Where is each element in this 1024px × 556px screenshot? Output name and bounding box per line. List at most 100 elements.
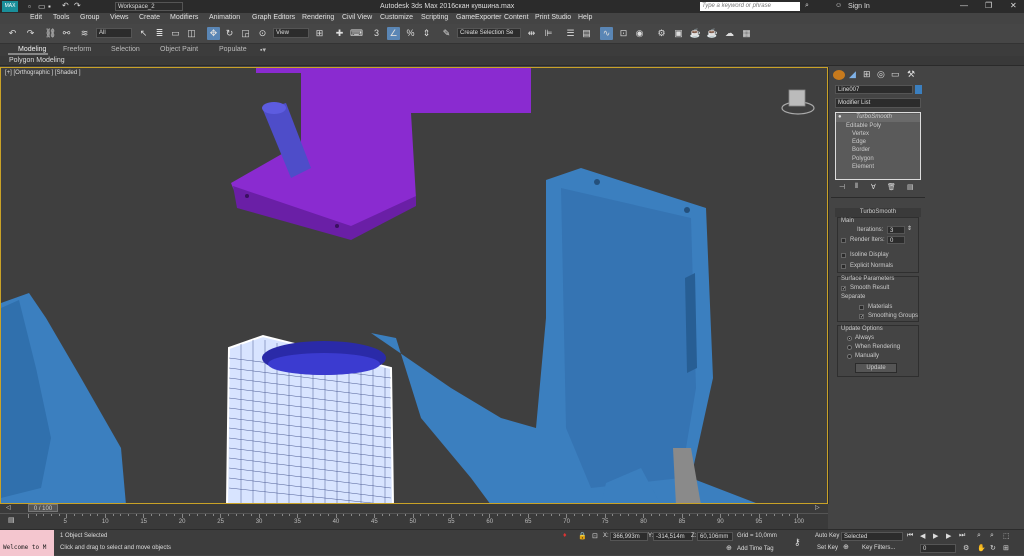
keyboard-shortcut-icon[interactable]: ⌨ bbox=[350, 27, 363, 40]
menu-civil-view[interactable]: Civil View bbox=[342, 14, 372, 21]
stack-item-border[interactable]: Border bbox=[852, 147, 870, 153]
new-file-icon[interactable]: ▫ bbox=[28, 2, 31, 11]
menu-views[interactable]: Views bbox=[110, 14, 129, 21]
configure-sets-icon[interactable]: ▤ bbox=[907, 183, 914, 191]
light-bulb-icon[interactable]: ● bbox=[838, 114, 842, 120]
render-iters-checkbox[interactable] bbox=[841, 238, 846, 243]
z-coordinate-field[interactable]: 60,106mm bbox=[697, 532, 733, 541]
pivot-center-icon[interactable]: ⊞ bbox=[313, 27, 326, 40]
select-object-icon[interactable]: ↖ bbox=[137, 27, 150, 40]
time-config-icon[interactable]: ⚙ bbox=[963, 544, 969, 552]
auto-key-button[interactable]: Auto Key bbox=[815, 533, 839, 539]
search-icon[interactable]: ⌕ bbox=[805, 2, 809, 10]
add-time-tag[interactable]: Add Time Tag bbox=[737, 546, 774, 552]
explicit-normals-checkbox[interactable] bbox=[841, 264, 846, 269]
menu-edit[interactable]: Edit bbox=[30, 14, 42, 21]
make-unique-icon[interactable]: ∀ bbox=[871, 183, 876, 191]
menu-content[interactable]: Content bbox=[504, 14, 529, 21]
select-scale-icon[interactable]: ◲ bbox=[239, 27, 252, 40]
isolate-icon[interactable]: ♦ bbox=[563, 532, 567, 539]
toggle-ribbon-icon[interactable]: ▤ bbox=[580, 27, 593, 40]
orbit-icon[interactable]: ↻ bbox=[990, 544, 996, 552]
tab-selection[interactable]: Selection bbox=[111, 46, 140, 53]
menu-help[interactable]: Help bbox=[578, 14, 592, 21]
edit-named-sel-icon[interactable]: ✎ bbox=[440, 27, 453, 40]
tab-utilities-icon[interactable]: ⚒ bbox=[907, 69, 915, 80]
open-file-icon[interactable]: ▭ bbox=[38, 2, 46, 11]
named-selection-dropdown[interactable]: Create Selection Se bbox=[457, 28, 521, 38]
tab-create-icon[interactable] bbox=[833, 70, 845, 80]
stack-item-edge[interactable]: Edge bbox=[852, 139, 866, 145]
menu-group[interactable]: Group bbox=[80, 14, 99, 21]
play-icon[interactable]: ▶ bbox=[933, 532, 938, 540]
tab-freeform[interactable]: Freeform bbox=[63, 46, 91, 53]
menu-create[interactable]: Create bbox=[139, 14, 160, 21]
isoline-checkbox[interactable] bbox=[841, 253, 846, 258]
undo-icon[interactable]: ↶ bbox=[6, 27, 19, 40]
curve-editor-icon[interactable]: ∿ bbox=[600, 27, 613, 40]
smoothing-groups-checkbox[interactable]: ✓ bbox=[859, 314, 864, 320]
go-to-end-icon[interactable]: ⏭ bbox=[959, 532, 965, 540]
timeline[interactable]: ◁ 0 / 100 ▷ ▤ 5 10 15 20 25 30 35 40 45 50 55 60 65 7… bbox=[0, 504, 828, 529]
user-icon[interactable]: ☺ bbox=[835, 2, 842, 9]
tab-populate[interactable]: Populate bbox=[219, 46, 247, 53]
time-slider[interactable]: 0 / 100 bbox=[28, 504, 58, 512]
percent-snap-icon[interactable]: % bbox=[404, 27, 417, 40]
selected-key-dropdown[interactable]: Selected bbox=[841, 532, 903, 541]
menu-animation[interactable]: Animation bbox=[209, 14, 240, 21]
close-icon[interactable]: ✕ bbox=[1010, 1, 1017, 10]
smooth-result-checkbox[interactable]: ✓ bbox=[841, 286, 846, 292]
stack-item-polygon[interactable]: Polygon bbox=[852, 156, 874, 162]
redo-small-icon[interactable]: ↷ bbox=[74, 1, 81, 10]
object-color-swatch[interactable] bbox=[915, 85, 922, 94]
menu-rendering[interactable]: Rendering bbox=[302, 14, 334, 21]
reference-coord-dropdown[interactable]: View bbox=[273, 28, 309, 38]
update-button[interactable]: Update bbox=[855, 363, 897, 373]
select-rotate-icon[interactable]: ↻ bbox=[223, 27, 236, 40]
stack-item-vertex[interactable]: Vertex bbox=[852, 131, 869, 137]
tab-display-icon[interactable]: ▭ bbox=[891, 69, 900, 80]
go-to-start-icon[interactable]: ⏮ bbox=[907, 532, 913, 540]
schematic-view-icon[interactable]: ⊡ bbox=[617, 27, 630, 40]
render-iters-spinner[interactable]: 0 bbox=[887, 236, 905, 244]
rect-selection-icon[interactable]: ▭ bbox=[169, 27, 182, 40]
select-by-name-icon[interactable]: ≣ bbox=[153, 27, 166, 40]
next-frame-icon[interactable]: ▶ bbox=[946, 532, 951, 540]
place-icon[interactable]: ⊙ bbox=[256, 27, 269, 40]
zoom-extents-icon[interactable]: ⬚ bbox=[1003, 532, 1010, 540]
link-icon[interactable]: ⛓ bbox=[44, 27, 57, 40]
selection-filter-dropdown[interactable]: All bbox=[96, 28, 132, 38]
menu-customize[interactable]: Customize bbox=[380, 14, 413, 21]
menu-modifiers[interactable]: Modifiers bbox=[170, 14, 198, 21]
menu-gameexporter[interactable]: GameExporter bbox=[456, 14, 502, 21]
current-frame-field[interactable]: 0 bbox=[920, 544, 956, 553]
minimize-icon[interactable]: — bbox=[960, 1, 968, 10]
ribbon-options-icon[interactable]: ▪▾ bbox=[260, 46, 266, 54]
modifier-list-dropdown[interactable]: Modifier List bbox=[835, 98, 921, 108]
zoom-all-icon[interactable]: ⌕ bbox=[990, 532, 994, 540]
align-icon[interactable]: ⊫ bbox=[542, 27, 555, 40]
always-radio[interactable] bbox=[847, 336, 852, 341]
snaps-toggle-icon[interactable]: 3 bbox=[370, 27, 383, 40]
maxscript-listener[interactable]: Welcome to M bbox=[0, 530, 54, 556]
tab-modify-icon[interactable]: ◢ bbox=[849, 69, 856, 80]
stack-item-editable-poly[interactable]: Editable Poly bbox=[846, 123, 881, 129]
set-key-button[interactable]: Set Key bbox=[817, 545, 838, 551]
key-icon[interactable]: ⚷ bbox=[794, 537, 801, 548]
zoom-icon[interactable]: ⌕ bbox=[977, 532, 981, 540]
save-file-icon[interactable]: ▪ bbox=[48, 2, 51, 11]
render-cloud-icon[interactable]: ☁ bbox=[723, 27, 736, 40]
timeline-right-arrow-icon[interactable]: ▷ bbox=[815, 504, 820, 511]
absolute-mode-icon[interactable]: ⊡ bbox=[592, 532, 598, 540]
render-iterative-icon[interactable]: ☕ bbox=[706, 27, 719, 40]
material-editor-icon[interactable]: ◉ bbox=[633, 27, 646, 40]
timeline-left-arrow-icon[interactable]: ◁ bbox=[6, 504, 11, 511]
mirror-icon[interactable]: ⇹ bbox=[525, 27, 538, 40]
render-production-icon[interactable]: ☕ bbox=[689, 27, 702, 40]
angle-snap-icon[interactable]: ∠ bbox=[387, 27, 400, 40]
remove-modifier-icon[interactable]: 🗑 bbox=[887, 183, 896, 191]
tab-modeling[interactable]: Modeling bbox=[18, 46, 46, 53]
show-end-result-icon[interactable]: ⫴ bbox=[855, 183, 858, 191]
select-move-icon[interactable]: ✥ bbox=[207, 27, 220, 40]
object-name-field[interactable]: Line007 bbox=[835, 85, 913, 94]
